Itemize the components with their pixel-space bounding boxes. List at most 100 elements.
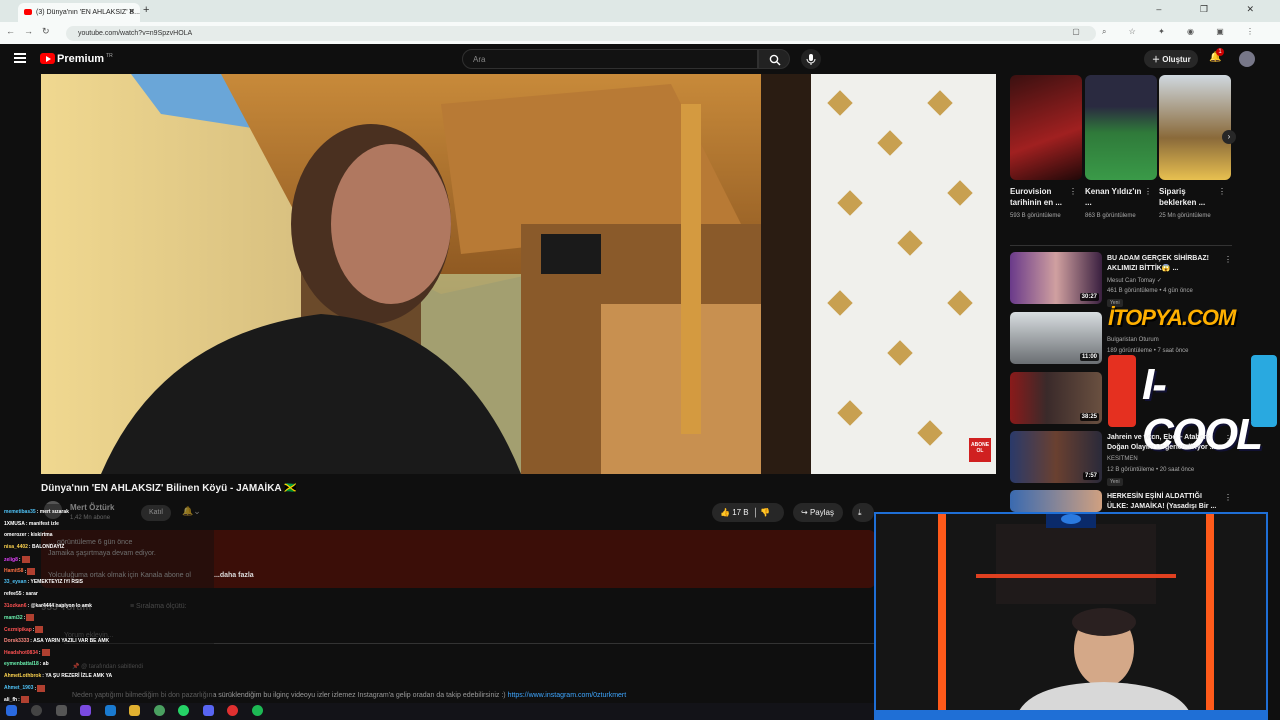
- video-duration: 30:27: [1079, 293, 1099, 301]
- file-explorer-icon[interactable]: [129, 705, 140, 716]
- whatsapp-icon[interactable]: [178, 705, 189, 716]
- start-icon[interactable]: [6, 705, 17, 716]
- chat-text: : BALONDAYIZ: [28, 544, 65, 551]
- spotify-icon[interactable]: [252, 705, 263, 716]
- new-badge: Yeni: [1107, 478, 1123, 486]
- chrome-icon[interactable]: [154, 705, 165, 716]
- chat-text: : manifest izle: [25, 520, 59, 527]
- back-icon[interactable]: ←: [6, 26, 24, 36]
- window-controls[interactable]: – ❐ ✕: [1156, 4, 1272, 15]
- chat-emote-icon: [21, 555, 30, 563]
- voice-search-button[interactable]: [801, 49, 821, 69]
- microphone-icon: [806, 54, 816, 65]
- more-options-icon[interactable]: ⋮: [1218, 187, 1226, 196]
- chat-message: Dorsk3333: ASA YARIN YAZILI VAR BE AMK: [4, 638, 109, 644]
- address-bar-row: ←→↻ youtube.com/watch?v=n9SpzvHOLA ▢ ⌕ ☆…: [0, 22, 1280, 44]
- webcam-feed: [876, 514, 1266, 718]
- chat-username: AhmetLothbrok: [4, 672, 42, 679]
- chat-emote-icon: [26, 614, 35, 622]
- chat-message: refee55: sarar: [4, 591, 38, 597]
- video-duration: 7:57: [1082, 472, 1099, 480]
- chat-text: : kiskirtma: [27, 532, 53, 539]
- copilot-icon[interactable]: [80, 705, 91, 716]
- short-title[interactable]: Kenan Yıldız'ın ...: [1085, 186, 1145, 208]
- search-button[interactable]: [758, 49, 790, 69]
- short-thumbnail[interactable]: [1010, 75, 1082, 180]
- chat-username: Headshot0834: [4, 650, 38, 657]
- youtube-logo-icon[interactable]: [40, 53, 55, 64]
- recommended-thumbnail[interactable]: 38:25: [1010, 372, 1102, 424]
- short-title[interactable]: Sipariş beklerken ...: [1159, 186, 1219, 208]
- download-icon[interactable]: ⤓: [852, 503, 874, 522]
- account-avatar[interactable]: [1239, 51, 1255, 67]
- short-title[interactable]: Eurovision tarihinin en ...: [1010, 186, 1070, 208]
- chat-message: 1XMUSA: manifest izle: [4, 521, 59, 527]
- subscribe-overlay-badge[interactable]: ABONE OL: [969, 442, 991, 454]
- menu-icon[interactable]: [14, 53, 26, 63]
- more-options-icon[interactable]: ⋮: [1224, 434, 1232, 443]
- instagram-link[interactable]: https://www.instagram.com/0zturkmert: [508, 692, 627, 699]
- recording-icon[interactable]: [227, 705, 238, 716]
- chat-emote-icon: [35, 626, 44, 633]
- shorts-next-button[interactable]: ›: [1222, 130, 1236, 144]
- video-title: Dünya'nın 'EN AHLAKSIZ' Bilinen Köyü - J…: [41, 483, 297, 494]
- like-button[interactable]: 👍 17 B │ 👎: [712, 503, 784, 522]
- extension-icons[interactable]: ▢ ⌕ ☆ ✦ ◉ ▣ ⋮: [1072, 27, 1264, 37]
- short-views: 593 B görüntüleme: [1010, 213, 1061, 219]
- discord-icon[interactable]: [203, 705, 214, 716]
- tab-title: (3) Dünya'nın 'EN AHLAKSIZ' B...: [36, 9, 140, 16]
- sponsor-itopya-overlay: İTOPYA.COM: [1108, 305, 1236, 330]
- url-field[interactable]: youtube.com/watch?v=n9SpzvHOLA: [66, 26, 1096, 41]
- reload-icon[interactable]: ↻: [42, 26, 59, 36]
- more-options-icon[interactable]: ⋮: [1069, 187, 1077, 196]
- recommended-channel[interactable]: Mesut Can Tomay ✓: [1107, 277, 1162, 284]
- search-taskbar-icon[interactable]: [31, 705, 42, 716]
- create-button[interactable]: ＋ Oluştur: [1144, 50, 1198, 68]
- chat-message: zelig8:: [4, 555, 30, 563]
- new-tab-button[interactable]: +: [143, 4, 149, 16]
- chat-username: Ahmet_1903: [4, 685, 34, 692]
- recommended-thumbnail[interactable]: [1010, 490, 1102, 512]
- tab-close-icon[interactable]: ✕: [128, 7, 135, 16]
- short-thumbnail[interactable]: [1085, 75, 1157, 180]
- short-thumbnail[interactable]: [1159, 75, 1231, 180]
- notification-badge: 1: [1216, 48, 1224, 56]
- share-button[interactable]: ↪ Paylaş: [793, 503, 843, 522]
- browser-tab[interactable]: (3) Dünya'nın 'EN AHLAKSIZ' B... ✕: [18, 3, 140, 22]
- description-more-link[interactable]: ...daha fazla: [214, 572, 254, 579]
- recommended-thumbnail[interactable]: 11:00: [1010, 312, 1102, 364]
- video-player[interactable]: ABONE OL: [41, 74, 996, 474]
- chat-username: memetibas35: [4, 509, 36, 515]
- browser-tab-bar: (3) Dünya'nın 'EN AHLAKSIZ' B... ✕ + – ❐…: [0, 0, 1280, 22]
- recommended-meta: 189 görüntüleme • 7 saat önce: [1107, 348, 1189, 354]
- recommended-channel[interactable]: KESITMEN: [1107, 456, 1138, 462]
- chat-text: : sarar: [22, 590, 38, 597]
- forward-icon[interactable]: →: [24, 26, 42, 36]
- chat-message: Cezmipikap:: [4, 626, 44, 633]
- recommended-thumbnail[interactable]: 7:57: [1010, 431, 1102, 483]
- nav-buttons[interactable]: ←→↻: [6, 26, 59, 37]
- task-view-icon[interactable]: [56, 705, 67, 716]
- recommended-thumbnail[interactable]: 30:27: [1010, 252, 1102, 304]
- more-options-icon[interactable]: ⋮: [1224, 255, 1232, 264]
- recommended-title[interactable]: HERKESİN EŞİNİ ALDATTIĞI ÜLKE: JAMAİKA! …: [1107, 492, 1221, 512]
- outlook-icon[interactable]: [105, 705, 116, 716]
- chat-emote-icon: [27, 567, 36, 575]
- search-input[interactable]: Ara: [462, 49, 758, 69]
- more-options-icon[interactable]: ⋮: [1224, 493, 1232, 502]
- chat-emote-icon: [37, 684, 46, 692]
- chat-text: :: [32, 626, 35, 633]
- chat-text: : YEMEKTEYIZ IYI RSIS: [27, 579, 84, 586]
- recommended-title[interactable]: BU ADAM GERÇEK SİHİRBAZ! AKLIMIZI BİTTİK…: [1107, 254, 1221, 274]
- youtube-favicon-icon: [24, 9, 32, 15]
- chat-username: mami32: [4, 615, 23, 622]
- more-options-icon[interactable]: ⋮: [1144, 187, 1152, 196]
- chat-text: :: [18, 556, 21, 563]
- youtube-brand[interactable]: Premium TR: [57, 53, 113, 65]
- recommended-title[interactable]: Jahrein ve wtcn, Ebo – Ataberk Doğan Ola…: [1107, 433, 1221, 453]
- chat-username: omerozer: [4, 532, 27, 539]
- chat-username: 1XMUSA: [4, 520, 25, 527]
- recommended-channel[interactable]: Bulgaristan Oturum: [1107, 337, 1159, 343]
- chat-username: zelig8: [4, 556, 18, 563]
- chat-text: :: [34, 685, 37, 692]
